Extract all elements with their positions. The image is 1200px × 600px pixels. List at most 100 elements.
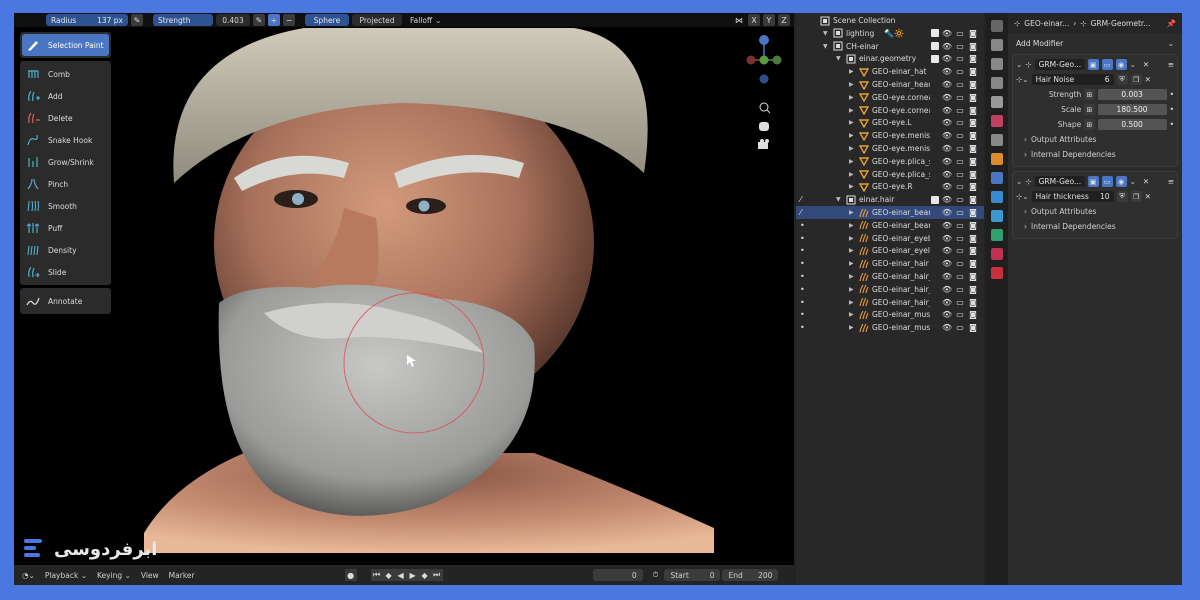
expand-right-icon[interactable]: ▶ <box>849 107 854 114</box>
edit-dot-icon[interactable]: • <box>800 298 805 307</box>
marker-menu[interactable]: Marker <box>169 571 195 580</box>
camera-render-icon[interactable]: ◙ <box>968 246 978 256</box>
start-frame-field[interactable]: Start 0 <box>664 569 721 581</box>
monitor-icon[interactable]: ▭ <box>955 259 965 269</box>
camera-render-icon[interactable]: ◙ <box>968 92 978 102</box>
camera-render-icon[interactable]: ◙ <box>968 28 978 38</box>
zoom-icon[interactable] <box>759 102 771 114</box>
monitor-icon[interactable]: ▭ <box>955 182 965 192</box>
expand-right-icon[interactable]: ▶ <box>849 247 854 254</box>
eyedropper-icon[interactable]: ⁄ <box>800 195 801 204</box>
jump-end-icon[interactable]: ⏭ <box>430 569 443 581</box>
node-tree-icon[interactable]: ⊹⌄ <box>1016 75 1029 84</box>
outliner-row[interactable]: ▶ GEO-einar_bear 👁 ▭ ◙ ⁄ <box>796 206 984 219</box>
navigation-gizmo[interactable] <box>742 33 786 153</box>
tool-selection-paint[interactable]: Selection Paint <box>22 34 109 56</box>
expand-right-icon[interactable]: ▶ <box>849 273 854 280</box>
keyframe-dot-icon[interactable]: • <box>1170 105 1174 114</box>
expand-right-icon[interactable]: ▶ <box>849 119 854 126</box>
render-tab-icon[interactable] <box>991 39 1003 51</box>
data-tab-icon[interactable] <box>991 229 1003 241</box>
attribute-toggle-icon[interactable]: ⊞ <box>1084 104 1095 115</box>
expand-down-icon[interactable]: ▼ <box>836 196 841 203</box>
eye-icon[interactable]: 👁 <box>942 272 952 282</box>
outliner-row[interactable]: ▶ GEO-eye.plica_s 👁 ▭ ◙ <box>796 155 984 168</box>
outliner-row[interactable]: ▶ GEO-eye.L 👁 ▭ ◙ <box>796 116 984 129</box>
include-checkbox[interactable] <box>931 42 939 51</box>
outliner-row[interactable]: ▼ lighting 🔦🔆 👁 ▭ ◙ <box>796 27 984 40</box>
viewport-toggle-icon[interactable]: ▭ <box>1101 176 1113 187</box>
tool-annotate[interactable]: Annotate <box>20 290 111 312</box>
expand-down-icon[interactable]: ▼ <box>836 55 841 62</box>
playback-menu[interactable]: Playback ⌄ <box>45 571 87 580</box>
outliner-row[interactable]: ▶ GEO-einar_eyela 👁 ▭ ◙ • <box>796 244 984 257</box>
jump-start-icon[interactable]: ⏮ <box>370 569 383 581</box>
eye-icon[interactable]: 👁 <box>942 220 952 230</box>
expand-down-icon[interactable]: ▼ <box>823 30 828 37</box>
node-group-field[interactable]: Hair thickness 10 <box>1031 191 1114 202</box>
include-checkbox[interactable] <box>931 54 939 63</box>
strength-pressure-icon[interactable]: ✎ <box>253 14 265 26</box>
end-frame-field[interactable]: End 200 <box>722 569 779 581</box>
tool-snake-hook[interactable]: Snake Hook <box>20 129 111 151</box>
eye-icon[interactable]: 👁 <box>942 156 952 166</box>
tool-tab-icon[interactable] <box>991 20 1003 32</box>
tool-smooth[interactable]: Smooth <box>20 195 111 217</box>
expand-right-icon[interactable]: ▶ <box>849 132 854 139</box>
fake-user-shield-icon[interactable]: ⛨ <box>1116 74 1128 85</box>
scale-value-field[interactable]: 180.500 <box>1097 104 1167 115</box>
outliner-row[interactable]: ▶ GEO-einar_must 👁 ▭ ◙ • <box>796 321 984 334</box>
modifier-name-field[interactable]: GRM-Geo... <box>1034 59 1085 70</box>
tool-grow-shrink[interactable]: Grow/Shrink <box>20 151 111 173</box>
eye-icon[interactable]: 👁 <box>942 144 952 154</box>
monitor-icon[interactable]: ▭ <box>955 41 965 51</box>
pin-icon[interactable]: 📌 <box>1167 19 1176 28</box>
symmetry-icon[interactable]: ⋈ <box>733 14 745 26</box>
collapse-chevron-icon[interactable]: ⌄ <box>1016 177 1022 186</box>
drag-handle-icon[interactable]: ≡ <box>1168 177 1174 186</box>
duplicate-icon[interactable]: ❐ <box>1130 191 1142 202</box>
monitor-icon[interactable]: ▭ <box>955 67 965 77</box>
tool-delete[interactable]: Delete <box>20 107 111 129</box>
camera-render-icon[interactable]: ◙ <box>968 54 978 64</box>
record-button[interactable]: ● <box>344 569 357 581</box>
camera-render-icon[interactable]: ◙ <box>968 118 978 128</box>
eye-icon[interactable]: 👁 <box>942 233 952 243</box>
scene-tab-icon[interactable] <box>991 96 1003 108</box>
outliner-row[interactable]: ▶ GEO-eye.R 👁 ▭ ◙ <box>796 180 984 193</box>
physics-tab-icon[interactable] <box>991 210 1003 222</box>
eye-icon[interactable]: 👁 <box>942 208 952 218</box>
expand-right-icon[interactable]: ▶ <box>849 222 854 229</box>
expand-down-icon[interactable]: ▼ <box>823 43 828 50</box>
monitor-icon[interactable]: ▭ <box>955 118 965 128</box>
camera-render-icon[interactable]: ◙ <box>968 105 978 115</box>
include-checkbox[interactable] <box>931 29 939 38</box>
prev-keyframe-icon[interactable]: ◆ <box>382 569 395 581</box>
expand-right-icon[interactable]: ▶ <box>849 311 854 318</box>
monitor-icon[interactable]: ▭ <box>955 105 965 115</box>
include-checkbox[interactable] <box>931 195 939 204</box>
eye-icon[interactable]: 👁 <box>942 259 952 269</box>
eye-icon[interactable]: 👁 <box>942 169 952 179</box>
view-layer-tab-icon[interactable] <box>991 77 1003 89</box>
eye-icon[interactable]: 👁 <box>942 131 952 141</box>
camera-render-icon[interactable]: ◙ <box>968 67 978 77</box>
camera-render-icon[interactable]: ◙ <box>968 156 978 166</box>
keyframe-dot-icon[interactable]: • <box>1170 90 1174 99</box>
monitor-icon[interactable]: ▭ <box>955 28 965 38</box>
world-tab-icon[interactable] <box>991 115 1003 127</box>
monitor-icon[interactable]: ▭ <box>955 310 965 320</box>
outliner-row[interactable]: ▶ GEO-eye.cornea 👁 ▭ ◙ <box>796 104 984 117</box>
outliner-row[interactable]: ▶ GEO-einar_hair_ 👁 ▭ ◙ • <box>796 270 984 283</box>
expand-right-icon[interactable]: ▶ <box>849 158 854 165</box>
expand-right-icon[interactable]: ▶ <box>849 81 854 88</box>
monitor-icon[interactable]: ▭ <box>955 54 965 64</box>
outliner-row[interactable]: ▼ einar.hair 👁 ▭ ◙ ⁄ <box>796 193 984 206</box>
axis-y-toggle[interactable]: Y <box>763 14 775 26</box>
internal-dependencies-subpanel[interactable]: › Internal Dependencies <box>1016 147 1174 162</box>
edit-dot-icon[interactable]: • <box>800 259 805 268</box>
unlink-icon[interactable]: ✕ <box>1145 75 1151 84</box>
monitor-icon[interactable]: ▭ <box>955 284 965 294</box>
edit-dot-icon[interactable]: • <box>800 310 805 319</box>
modifier-name-field[interactable]: GRM-Geo... <box>1034 176 1085 187</box>
